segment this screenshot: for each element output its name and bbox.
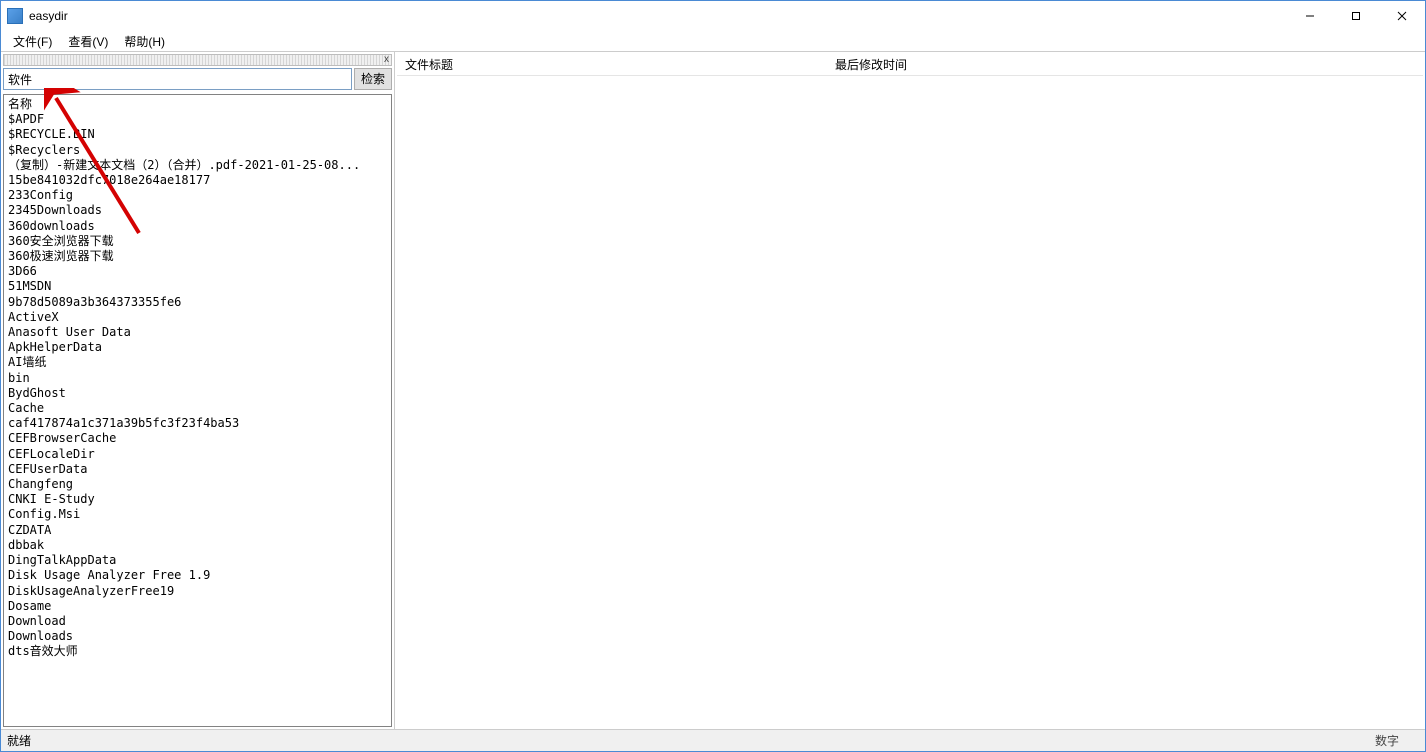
list-item[interactable]: $APDF	[8, 112, 391, 127]
right-body	[397, 76, 1423, 727]
content-area: x 检索 名称 $APDF$RECYCLE.BIN$Recyclers（复制）-…	[1, 51, 1425, 729]
list-item[interactable]: DingTalkAppData	[8, 553, 391, 568]
titlebar: easydir	[1, 1, 1425, 31]
list-item[interactable]: 2345Downloads	[8, 203, 391, 218]
list-item[interactable]: caf417874a1c371a39b5fc3f23f4ba53	[8, 416, 391, 431]
list-item[interactable]: Dosame	[8, 599, 391, 614]
list-item[interactable]: ApkHelperData	[8, 340, 391, 355]
list-item[interactable]: dbbak	[8, 538, 391, 553]
list-item[interactable]: CEFUserData	[8, 462, 391, 477]
list-item[interactable]: Cache	[8, 401, 391, 416]
list-item[interactable]: 360极速浏览器下载	[8, 249, 391, 264]
list-item[interactable]: AI墙纸	[8, 355, 391, 370]
column-header-modified[interactable]: 最后修改时间	[827, 54, 1067, 75]
menu-help[interactable]: 帮助(H)	[118, 31, 171, 52]
list-item[interactable]: 51MSDN	[8, 279, 391, 294]
right-header: 文件标题 最后修改时间	[397, 54, 1423, 76]
list-item[interactable]: （复制）-新建文本文档（2）（合并）.pdf-2021-01-25-08...	[8, 158, 391, 173]
status-right: 数字	[1375, 732, 1399, 749]
list-item[interactable]: CZDATA	[8, 523, 391, 538]
list-item[interactable]: $Recyclers	[8, 143, 391, 158]
minimize-button[interactable]	[1287, 1, 1333, 31]
panel-grip-bar[interactable]: x	[3, 54, 392, 66]
list-item[interactable]: 360安全浏览器下载	[8, 234, 391, 249]
list-item[interactable]: 360downloads	[8, 219, 391, 234]
list-item[interactable]: CNKI E-Study	[8, 492, 391, 507]
list-item[interactable]: Disk Usage Analyzer Free 1.9	[8, 568, 391, 583]
list-item[interactable]: Download	[8, 614, 391, 629]
menubar: 文件(F) 查看(V) 帮助(H)	[1, 31, 1425, 51]
list-item[interactable]: Downloads	[8, 629, 391, 644]
close-button[interactable]	[1379, 1, 1425, 31]
search-input[interactable]	[3, 68, 352, 90]
list-item[interactable]: ActiveX	[8, 310, 391, 325]
left-panel: x 检索 名称 $APDF$RECYCLE.BIN$Recyclers（复制）-…	[1, 52, 395, 729]
search-row: 检索	[3, 68, 392, 90]
statusbar: 就绪 数字	[1, 729, 1425, 751]
list-item[interactable]: $RECYCLE.BIN	[8, 127, 391, 142]
list-item[interactable]: 233Config	[8, 188, 391, 203]
list-item[interactable]: Changfeng	[8, 477, 391, 492]
menu-view[interactable]: 查看(V)	[62, 31, 114, 52]
status-left: 就绪	[7, 732, 1375, 749]
list-item[interactable]: 9b78d5089a3b364373355fe6	[8, 295, 391, 310]
panel-close-icon[interactable]: x	[384, 54, 389, 65]
list-item[interactable]: Config.Msi	[8, 507, 391, 522]
list-item[interactable]: BydGhost	[8, 386, 391, 401]
right-panel: 文件标题 最后修改时间	[395, 52, 1425, 729]
window-title: easydir	[29, 9, 1287, 23]
list-item[interactable]: Anasoft User Data	[8, 325, 391, 340]
column-header-title[interactable]: 文件标题	[397, 54, 827, 75]
maximize-button[interactable]	[1333, 1, 1379, 31]
file-list[interactable]: 名称 $APDF$RECYCLE.BIN$Recyclers（复制）-新建文本文…	[3, 94, 392, 727]
menu-file[interactable]: 文件(F)	[7, 31, 58, 52]
list-item[interactable]: 15be841032dfc7018e264ae18177	[8, 173, 391, 188]
list-item[interactable]: CEFBrowserCache	[8, 431, 391, 446]
list-item[interactable]: bin	[8, 371, 391, 386]
list-item[interactable]: 3D66	[8, 264, 391, 279]
window-controls	[1287, 1, 1425, 31]
list-header-name[interactable]: 名称	[8, 97, 391, 112]
list-item[interactable]: DiskUsageAnalyzerFree19	[8, 584, 391, 599]
app-icon	[7, 8, 23, 24]
search-button[interactable]: 检索	[354, 68, 392, 90]
list-item[interactable]: dts音效大师	[8, 644, 391, 659]
list-item[interactable]: CEFLocaleDir	[8, 447, 391, 462]
